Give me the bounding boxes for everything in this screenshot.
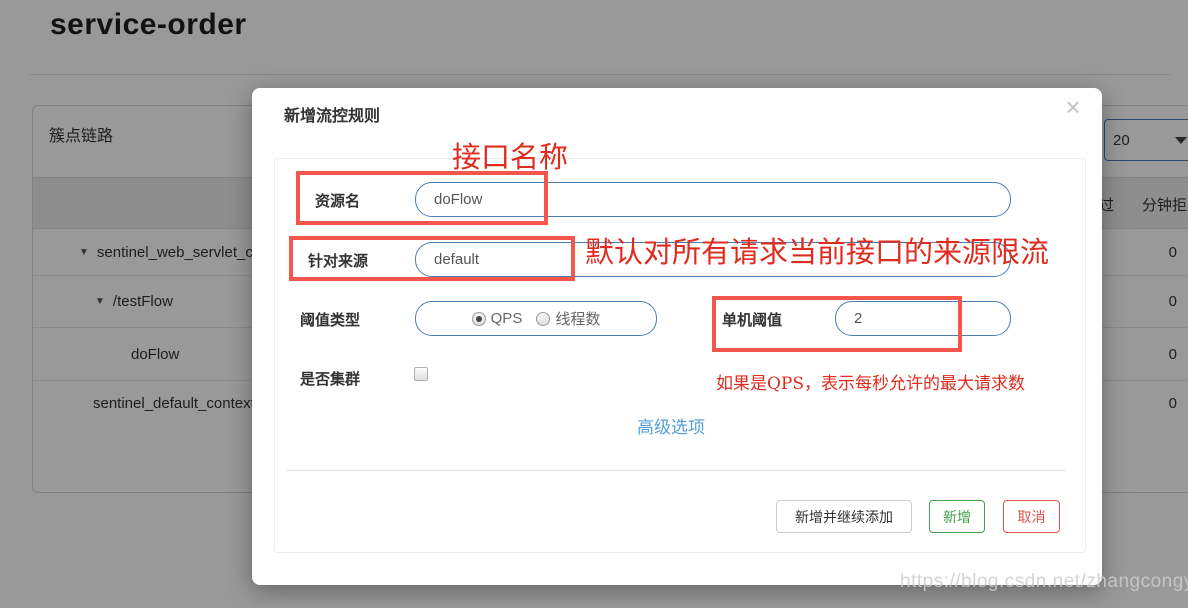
annotation-box-origin [289, 236, 575, 281]
annotation-origin-note: 默认对所有请求当前接口的来源限流 [585, 235, 1050, 269]
annotation-box-resource [296, 171, 548, 225]
footer-divider [287, 470, 1065, 471]
radio-label: QPS [490, 310, 523, 327]
annotation-resource-note: 接口名称 [452, 140, 569, 174]
radio-icon [536, 311, 551, 326]
annotation-qps-note: 如果是QPS，表示每秒允许的最大请求数 [716, 374, 1026, 394]
threshold-type-label: 阈值类型 [300, 312, 361, 329]
annotation-box-single-threshold [712, 296, 962, 352]
add-button[interactable]: 新增 [929, 500, 985, 533]
threshold-type-option[interactable]: QPS [471, 310, 523, 327]
add-and-continue-button[interactable]: 新增并继续添加 [776, 500, 912, 533]
add-flow-rule-modal: 新增流控规则 × 资源名 针对来源 阈值类型 QPS线程数 单机阈值 是否集群 … [252, 88, 1102, 585]
threshold-type-group: QPS 线程数 [415, 301, 657, 336]
modal-title: 新增流控规则 [284, 108, 381, 125]
close-icon[interactable]: × [1058, 92, 1088, 123]
cancel-button[interactable]: 取消 [1003, 500, 1060, 533]
watermark: https://blog.csdn.net/zhangcongyi420 [900, 571, 1188, 592]
threshold-type-option[interactable]: 线程数 [536, 308, 600, 329]
radio-icon [471, 311, 486, 326]
cluster-checkbox[interactable] [414, 367, 428, 381]
radio-label: 线程数 [555, 311, 601, 328]
advanced-options-link[interactable]: 高级选项 [637, 413, 705, 438]
cluster-label: 是否集群 [300, 371, 361, 388]
